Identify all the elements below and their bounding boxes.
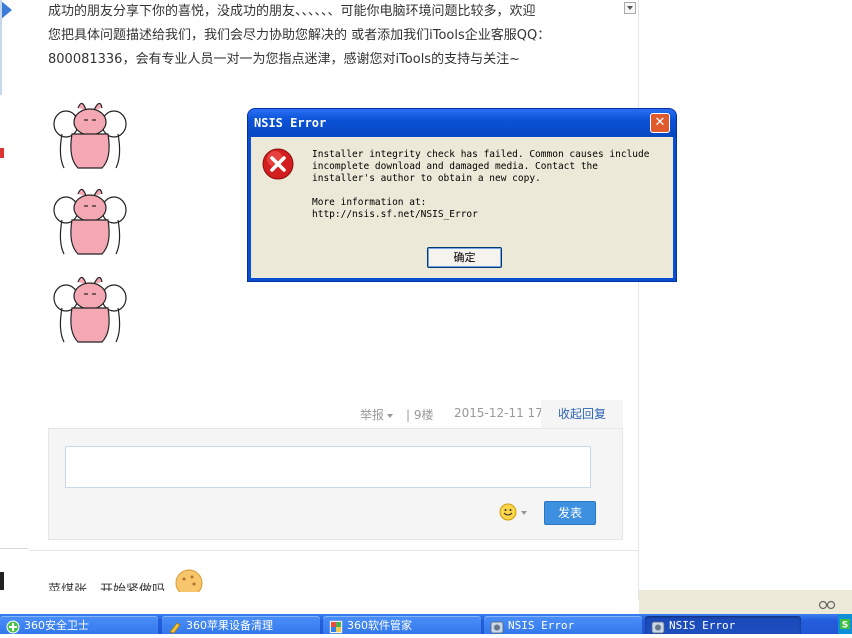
- software-box-icon: [329, 620, 343, 634]
- close-button[interactable]: ✕: [650, 113, 670, 133]
- tray-app-icon: S: [840, 619, 850, 631]
- bunny-sticker-1: [48, 98, 130, 170]
- taskbar-item-nsis-error-2[interactable]: NSIS Error: [645, 616, 801, 634]
- reply-input[interactable]: [65, 446, 591, 488]
- left-strip: [0, 0, 30, 634]
- report-link[interactable]: 举报: [360, 406, 394, 423]
- send-reply-button[interactable]: 发表: [544, 501, 596, 525]
- error-message: Installer integrity check has failed. Co…: [312, 149, 650, 220]
- post-line-3: 800081336，会有专业人员一对一为您指点迷津，感谢您对iTools的支持与…: [48, 52, 520, 67]
- report-label: 举报: [360, 408, 385, 422]
- emoji-picker-button[interactable]: [499, 502, 531, 522]
- smiley-icon: [499, 503, 527, 521]
- collapse-replies-button[interactable]: 收起回复: [541, 400, 623, 428]
- post-meta-bar: 举报 | 9楼 2015-12-11 17:54 收起回复: [48, 400, 623, 428]
- next-post-text: 菜煤张，开始紧做吗: [48, 583, 166, 591]
- post-text: 成功的朋友分享下你的喜悦，没成功的朋友、、、、、、可能你电脑环境问题比较多，欢迎…: [48, 0, 618, 72]
- cookie-emoji-icon: [174, 568, 204, 597]
- dialog-titlebar[interactable]: NSIS Error ✕: [248, 109, 676, 137]
- taskbar-item-label: 360软件管家: [347, 619, 412, 632]
- taskbar-item-nsis-error-1[interactable]: NSIS Error: [484, 616, 642, 634]
- system-tray[interactable]: S: [838, 614, 852, 634]
- taskbar: 360安全卫士 360苹果设备清理 360软件管家 NSIS Error NSI…: [0, 614, 852, 634]
- left-edge-accent: [0, 0, 12, 100]
- glasses-icon[interactable]: [818, 596, 836, 610]
- broom-icon: [169, 622, 181, 634]
- post-line-2: 您把具体问题描述给我们，我们会尽力协助您解决的 或者添加我们iTools企业客服…: [48, 28, 551, 43]
- error-icon: [261, 147, 295, 181]
- reply-box: 发表: [48, 428, 623, 540]
- post-menu-dropdown[interactable]: [624, 2, 636, 14]
- left-divider: [0, 548, 28, 549]
- post-divider: [30, 550, 638, 551]
- nsis-error-dialog: NSIS Error ✕ Installer integrity check h…: [248, 109, 676, 281]
- installer-icon: [490, 621, 504, 634]
- shield-plus-icon: [6, 620, 20, 634]
- right-blank-area: [639, 0, 852, 598]
- taskbar-item-360-software-manager[interactable]: 360软件管家: [323, 616, 481, 634]
- taskbar-item-360-apple-cleaner[interactable]: 360苹果设备清理: [162, 616, 320, 634]
- bunny-sticker-3: [48, 272, 130, 344]
- taskbar-item-label: 360苹果设备清理: [186, 619, 273, 632]
- dialog-title: NSIS Error: [254, 116, 327, 130]
- floor-number: | 9楼: [406, 408, 434, 422]
- left-dark-marker: [0, 572, 4, 590]
- report-dropdown-icon: [387, 413, 394, 418]
- ok-button[interactable]: 确定: [427, 247, 502, 268]
- taskbar-item-label: 360安全卫士: [24, 619, 89, 632]
- left-red-marker: [0, 148, 4, 158]
- svg-text:S: S: [842, 621, 848, 631]
- installer-icon: [651, 621, 665, 634]
- taskbar-item-label: NSIS Error: [508, 619, 575, 632]
- post-content: 成功的朋友分享下你的喜悦，没成功的朋友、、、、、、可能你电脑环境问题比较多，欢迎…: [30, 0, 639, 600]
- taskbar-item-label: NSIS Error: [669, 619, 736, 632]
- bunny-sticker-2: [48, 184, 130, 256]
- taskbar-item-360-security[interactable]: 360安全卫士: [0, 616, 158, 634]
- post-line-1: 成功的朋友分享下你的喜悦，没成功的朋友、、、、、、可能你电脑环境问题比较多，欢迎: [48, 4, 536, 19]
- dialog-body: Installer integrity check has failed. Co…: [251, 137, 673, 278]
